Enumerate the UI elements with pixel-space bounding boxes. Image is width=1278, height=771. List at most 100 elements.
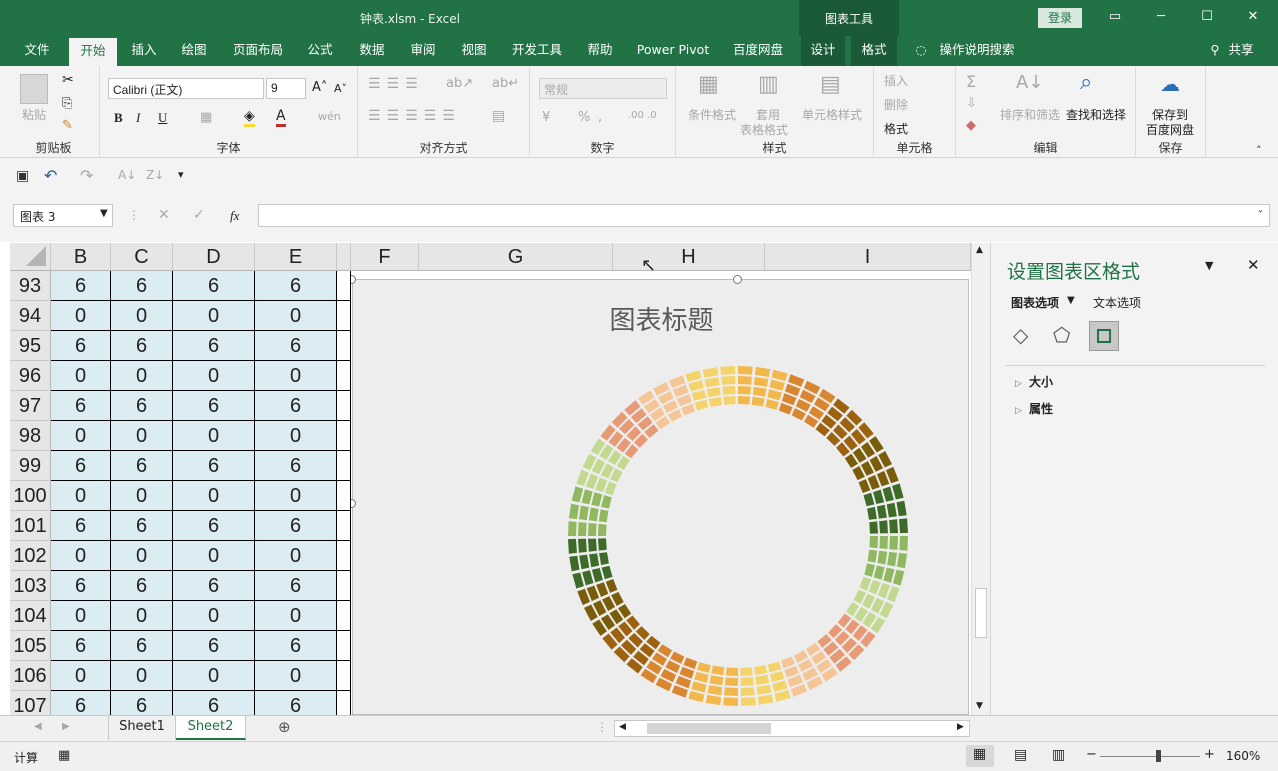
cell[interactable]: 0 bbox=[111, 661, 173, 691]
row-header[interactable]: 102 bbox=[10, 541, 51, 571]
zoom-out-icon[interactable]: − bbox=[1086, 747, 1097, 762]
cell[interactable]: 6 bbox=[255, 331, 337, 361]
percent-button[interactable]: % bbox=[578, 110, 590, 125]
cell[interactable]: 0 bbox=[173, 541, 255, 571]
cell[interactable]: 0 bbox=[51, 541, 111, 571]
size-properties-icon[interactable] bbox=[1089, 321, 1119, 351]
chart-object[interactable]: 图表标题 bbox=[352, 279, 969, 715]
column-header-b[interactable]: B bbox=[51, 243, 111, 271]
worksheet-grid[interactable]: B C D E 93 6 6 6 6 94 0 0 0 0 95 6 6 6 6 96 0 0 0 0 97 6 6 6 6 98… bbox=[10, 243, 351, 715]
row-header[interactable]: 97 bbox=[10, 391, 51, 421]
row-header[interactable]: 99 bbox=[10, 451, 51, 481]
sort-asc-icon[interactable]: A↓ bbox=[118, 168, 136, 182]
normal-view-icon[interactable]: ▦ bbox=[966, 745, 994, 767]
cell[interactable]: 6 bbox=[173, 271, 255, 301]
tab-insert[interactable]: 插入 bbox=[122, 36, 166, 66]
row-header[interactable]: 105 bbox=[10, 631, 51, 661]
cell-style-icon[interactable]: ▤ bbox=[820, 72, 841, 97]
cell[interactable]: 6 bbox=[111, 451, 173, 481]
row-header[interactable]: 104 bbox=[10, 601, 51, 631]
cell[interactable]: 6 bbox=[255, 571, 337, 601]
cell[interactable]: 6 bbox=[51, 511, 111, 541]
clear-icon[interactable]: ◆ bbox=[966, 118, 976, 133]
cell-f-edge[interactable] bbox=[337, 661, 351, 691]
cell[interactable]: 0 bbox=[173, 301, 255, 331]
minimize-icon[interactable]: ─ bbox=[1148, 6, 1174, 28]
zoom-slider[interactable] bbox=[1100, 756, 1200, 757]
horizontal-scroll-thumb[interactable] bbox=[647, 723, 771, 734]
cell[interactable]: 0 bbox=[173, 421, 255, 451]
format-painter-icon[interactable]: ✎ bbox=[62, 118, 73, 133]
sheet-tab-sheet1[interactable]: Sheet1 bbox=[108, 716, 176, 740]
row-header[interactable]: 107 bbox=[10, 691, 51, 715]
cell[interactable]: 6 bbox=[173, 451, 255, 481]
login-button[interactable]: 登录 bbox=[1038, 8, 1082, 28]
macro-record-icon[interactable]: ▦ bbox=[58, 748, 70, 763]
cell-style-button[interactable]: 单元格样式 bbox=[802, 106, 862, 123]
scroll-up-icon[interactable]: ▲ bbox=[976, 245, 983, 255]
cell-f-edge[interactable] bbox=[337, 511, 351, 541]
fill-line-icon[interactable]: ◇ bbox=[1013, 323, 1028, 347]
find-select-button[interactable]: 查找和选择 bbox=[1066, 106, 1126, 123]
scroll-down-icon[interactable]: ▼ bbox=[976, 701, 983, 711]
tab-design[interactable]: 设计 bbox=[801, 36, 845, 66]
cell[interactable]: 6 bbox=[111, 511, 173, 541]
effects-icon[interactable]: ⬠ bbox=[1053, 323, 1070, 347]
resize-handle-top[interactable] bbox=[733, 275, 742, 284]
tab-power-pivot[interactable]: Power Pivot bbox=[632, 36, 714, 66]
cell[interactable]: 6 bbox=[173, 691, 255, 715]
cell[interactable]: 6 bbox=[173, 631, 255, 661]
save-baidu-button-b[interactable]: 百度网盘 bbox=[1146, 121, 1194, 138]
tab-review[interactable]: 审阅 bbox=[401, 36, 445, 66]
cell-f-edge[interactable] bbox=[337, 361, 351, 391]
conditional-format-icon[interactable]: ▦ bbox=[698, 72, 719, 97]
cell[interactable]: 6 bbox=[255, 271, 337, 301]
vertical-scrollbar[interactable]: ▲ ▼ bbox=[971, 243, 990, 715]
expand-formula-icon[interactable]: ˅ bbox=[1258, 210, 1263, 221]
cell[interactable]: 0 bbox=[255, 541, 337, 571]
tab-developer[interactable]: 开发工具 bbox=[505, 36, 569, 66]
conditional-format-button[interactable]: 条件格式 bbox=[688, 106, 736, 123]
cell[interactable]: 0 bbox=[255, 601, 337, 631]
cell-f-edge[interactable] bbox=[337, 691, 351, 715]
cell-f-edge[interactable] bbox=[337, 481, 351, 511]
tab-view[interactable]: 视图 bbox=[452, 36, 496, 66]
size-expand-icon[interactable]: ▷ bbox=[1015, 379, 1022, 389]
cell[interactable]: 0 bbox=[51, 601, 111, 631]
cell[interactable]: 0 bbox=[255, 301, 337, 331]
row-header[interactable]: 96 bbox=[10, 361, 51, 391]
namebox-dropdown-icon[interactable]: ▼ bbox=[100, 208, 108, 219]
row-header[interactable]: 101 bbox=[10, 511, 51, 541]
cell[interactable]: 6 bbox=[111, 391, 173, 421]
next-sheet-icon[interactable]: ▶ bbox=[62, 721, 70, 732]
border-icon[interactable]: ▦ bbox=[200, 110, 212, 125]
chart-options-dropdown-icon[interactable]: ▼ bbox=[1067, 295, 1075, 306]
cell-f-edge[interactable] bbox=[337, 391, 351, 421]
cell[interactable]: 0 bbox=[111, 541, 173, 571]
wrap-text-icon[interactable]: ab↵ bbox=[492, 76, 519, 91]
page-layout-view-icon[interactable]: ▤ bbox=[1014, 747, 1027, 763]
cell[interactable]: 0 bbox=[111, 481, 173, 511]
tab-formulas[interactable]: 公式 bbox=[298, 36, 342, 66]
column-header-i[interactable]: I bbox=[765, 243, 971, 271]
sort-desc-icon[interactable]: Z↓ bbox=[146, 168, 164, 182]
column-header-d[interactable]: D bbox=[173, 243, 255, 271]
delete-cells-button[interactable]: 删除 bbox=[884, 96, 908, 113]
cell[interactable]: 6 bbox=[111, 571, 173, 601]
cell[interactable]: 6 bbox=[51, 631, 111, 661]
ribbon-display-icon[interactable]: ▭ bbox=[1102, 6, 1128, 28]
zoom-in-icon[interactable]: + bbox=[1204, 747, 1215, 762]
cell[interactable]: 6 bbox=[111, 691, 173, 715]
column-header-c[interactable]: C bbox=[111, 243, 173, 271]
cell[interactable]: 0 bbox=[111, 301, 173, 331]
cell[interactable]: 6 bbox=[51, 331, 111, 361]
sort-filter-icon[interactable]: A↓ bbox=[1016, 72, 1043, 93]
row-header[interactable]: 100 bbox=[10, 481, 51, 511]
vertical-scroll-thumb[interactable] bbox=[975, 588, 987, 638]
cell-f-edge[interactable] bbox=[337, 541, 351, 571]
decimal-icons[interactable]: .00 .0 bbox=[628, 110, 657, 121]
tab-page-layout[interactable]: 页面布局 bbox=[226, 36, 290, 66]
tab-home[interactable]: 开始 bbox=[69, 38, 117, 66]
select-all-corner[interactable] bbox=[10, 243, 51, 271]
cell-f-edge[interactable] bbox=[337, 631, 351, 661]
